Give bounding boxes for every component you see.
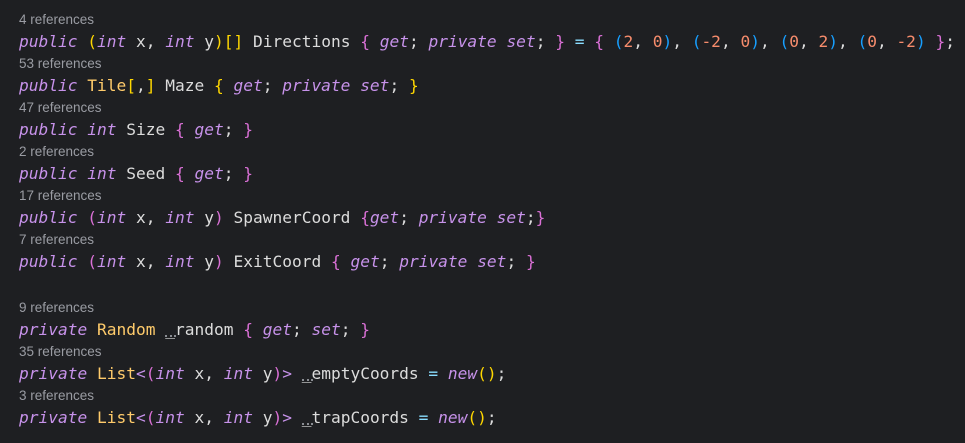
identifier-trapcoords: _trapCoords [301,408,409,427]
identifier-emptycoords: _emptyCoords [301,364,419,383]
identifier-size: Size [126,120,166,139]
codelens-references[interactable]: 53 references [19,54,965,74]
codelens-references[interactable]: 17 references [19,186,965,206]
code-line-random[interactable]: private Random _random { get; set; } [19,318,965,342]
codelens-references[interactable]: 2 references [19,142,965,162]
code-line-emptycoords[interactable]: private List<(int x, int y)> _emptyCoord… [19,362,965,386]
identifier-spawnercoord: SpawnerCoord [233,208,351,227]
identifier-exitcoord: ExitCoord [233,252,322,271]
code-line-maze[interactable]: public Tile[,] Maze { get; private set; … [19,74,965,98]
identifier-seed: Seed [126,164,166,183]
keyword-int: int [96,32,127,51]
type-tile: Tile [87,76,127,95]
type-list: List [96,364,136,383]
codelens-references[interactable]: 35 references [19,342,965,362]
type-random: Random [96,320,156,339]
codelens-references[interactable]: 3 references [19,386,965,406]
code-line-seed[interactable]: public int Seed { get; } [19,162,965,186]
codelens-references[interactable]: 47 references [19,98,965,118]
code-line-exitcoord[interactable]: public (int x, int y) ExitCoord { get; p… [19,250,965,274]
code-editor[interactable]: 4 references public (int x, int y)[] Dir… [0,0,965,443]
code-line-directions[interactable]: public (int x, int y)[] Directions { get… [19,30,965,54]
keyword-int: int [165,32,195,51]
code-line-spawnercoord[interactable]: public (int x, int y) SpawnerCoord {get;… [19,206,965,230]
keyword-public: public [19,32,78,51]
code-line-size[interactable]: public int Size { get; } [19,118,965,142]
code-line-trapcoords[interactable]: private List<(int x, int y)> _trapCoords… [19,406,965,430]
codelens-references[interactable]: 4 references [19,10,965,30]
identifier-random: _random [165,320,234,339]
codelens-references[interactable]: 9 references [19,298,965,318]
identifier-directions: Directions [252,32,351,51]
type-list: List [96,408,136,427]
identifier-maze: Maze [165,76,205,95]
blank-line[interactable] [19,274,965,298]
codelens-references[interactable]: 7 references [19,230,965,250]
